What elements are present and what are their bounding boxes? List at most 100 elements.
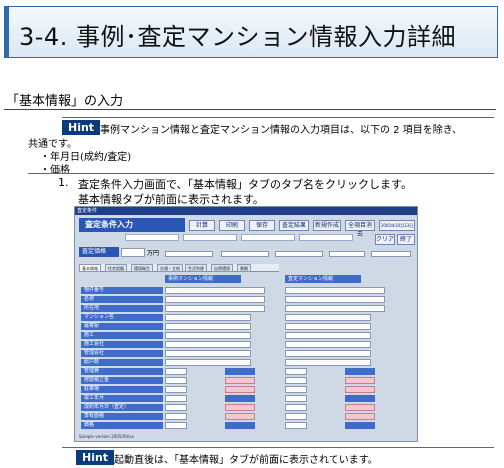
step-text-result: 基本情報タブが前面に表示されます。 [78,193,264,206]
appraisal-aux-field [345,404,375,411]
form-row-label: 修繕積立金 [81,377,163,384]
case-field-input[interactable] [165,404,187,411]
new-button[interactable]: 新規作成 [313,220,341,231]
case-aux-field [225,395,255,402]
case-field-input[interactable] [165,386,187,393]
case-field-input[interactable] [165,332,251,339]
step-number: 1. [58,176,69,189]
price-unit: 万円 [147,250,160,257]
hint-text: 起動直後は、「基本情報」タブが前面に表示されています。 [114,455,378,466]
case-field-input[interactable] [165,395,187,402]
app-header: 査定条件入力 [79,218,185,232]
tab-transport[interactable]: 交通・立地 [157,264,183,272]
appraisal-field-input[interactable] [285,287,385,294]
appraisal-field-input[interactable] [285,395,307,402]
price-label: 査定価格 [79,247,119,257]
appraisal-field-input[interactable] [285,413,307,420]
hint-top-rule [62,117,494,118]
section-header-banner: 3-4. 事例･査定マンション情報入力詳細 [4,6,498,58]
appraisal-field-input[interactable] [285,296,385,303]
appraisal-field-input[interactable] [285,377,307,384]
form-row-label: 専有面積 [81,413,163,420]
print-button[interactable]: 印刷 [219,220,245,231]
formula-input[interactable] [275,251,323,257]
app-screenshot: 査定条件 査定条件入力 計算 印刷 保存 査定結果 新規作成 全項目消去 200… [74,206,418,442]
formula-input[interactable] [221,251,269,257]
case-aux-field [225,404,255,411]
case-field-input[interactable] [165,296,265,303]
tab-equipment[interactable]: 住宅設備 [105,264,127,272]
date-display: 2005年10月13日 [379,220,415,231]
appraisal-field-input[interactable] [285,404,307,411]
appraisal-field-input[interactable] [285,350,371,357]
appraisal-aux-field [345,395,375,402]
form-row-label: 総戸数 [81,359,163,366]
form-row-label: 施工会社 [81,341,163,348]
appraisal-field-input[interactable] [285,305,385,312]
appraisal-field-input[interactable] [285,368,307,375]
case-field-input[interactable] [165,350,251,357]
subsection-title: 「基本情報」の入力 [6,94,124,109]
clear-button[interactable]: クリア [375,234,395,245]
tab-basic-info[interactable]: 基本情報 [79,264,101,272]
tab-convenience[interactable]: 生活利便 [185,264,207,272]
formula-input[interactable] [371,251,411,257]
appraisal-panel-header: 査定マンション情報 [285,275,361,283]
form-row-label: 成約年月日（査定） [81,404,163,411]
appraisal-aux-field [345,368,375,375]
appraisal-field-input[interactable] [285,314,371,321]
case-field-input[interactable] [165,314,251,321]
form-row-label: 名称 [81,296,163,303]
tab-nature[interactable]: 自然環境 [211,264,233,272]
exit-button[interactable]: 終了 [397,234,415,245]
case-field-input[interactable] [165,323,251,330]
case-field-input[interactable] [165,341,251,348]
case-field-input[interactable] [165,305,265,312]
app-status-bar: Sample version 2005/09/xx [79,434,134,439]
form-row-label: 物件番号 [81,287,163,294]
case-field-input[interactable] [165,413,187,420]
case-aux-field [225,386,255,393]
case-aux-field [225,413,255,420]
case-field-input[interactable] [165,422,187,429]
form-row-label: 駐車場 [81,386,163,393]
formula-input[interactable] [329,251,365,257]
save-button[interactable]: 保存 [249,220,275,231]
form-row-label: 所在地 [81,305,163,312]
hint-bottom-rule [28,173,494,174]
subsection-rule [4,109,496,110]
appraisal-aux-field [345,386,375,393]
appraisal-field-input[interactable] [285,323,371,330]
app-tag [299,234,353,241]
hint-top-rule [62,447,494,448]
form-row-label: 竣工年月 [81,395,163,402]
app-tag [183,234,237,241]
form-row-label: 管理会社 [81,350,163,357]
case-aux-field [225,368,255,375]
page-title: 3-4. 事例･査定マンション情報入力詳細 [19,23,456,51]
price-input[interactable] [121,248,145,257]
tab-environment[interactable]: 環境衛生 [131,264,153,272]
case-field-input[interactable] [165,287,265,294]
case-panel-header: 事例マンション情報 [165,275,241,283]
case-aux-field [225,422,255,429]
form-row-label: 最寄駅 [81,323,163,330]
appraisal-field-input[interactable] [285,332,371,339]
formula-input[interactable] [165,251,213,257]
app-tag [125,234,179,241]
case-field-input[interactable] [165,377,187,384]
appraisal-field-input[interactable] [285,422,307,429]
form-row-label: 管理費 [81,368,163,375]
appraisal-field-input[interactable] [285,341,371,348]
form-row-label: マンション名 [81,314,163,321]
appraisal-field-input[interactable] [285,386,307,393]
app-window-title: 査定条件 [75,207,417,215]
case-field-input[interactable] [165,359,251,366]
clear-all-button[interactable]: 全項目消去 [345,220,375,238]
case-field-input[interactable] [165,368,187,375]
step-text: 査定条件入力画面で、「基本情報」タブのタブ名をクリックします。 [78,178,412,191]
calc-button[interactable]: 計算 [189,220,215,231]
result-button[interactable]: 査定結果 [279,220,309,231]
appraisal-field-input[interactable] [285,359,371,366]
tab-scenery[interactable]: 景観 [237,264,251,272]
